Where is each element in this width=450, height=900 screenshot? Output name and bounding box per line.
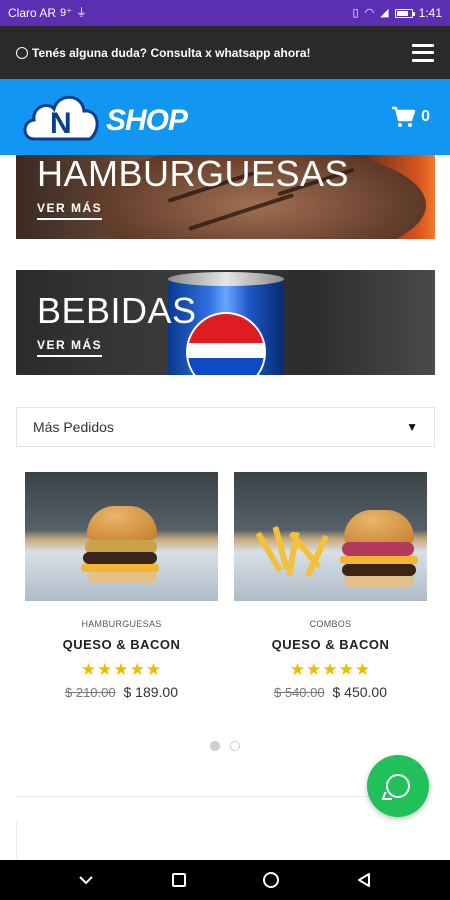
cart-button[interactable]: 0 xyxy=(391,106,430,128)
nav-recents-icon[interactable] xyxy=(159,865,199,895)
site-header: N SHOP 0 xyxy=(0,79,450,155)
cloud-logo-icon: N xyxy=(23,95,99,141)
nav-home-icon[interactable] xyxy=(251,865,291,895)
product-image[interactable] xyxy=(234,472,427,601)
current-price: $ 450.00 xyxy=(332,684,388,700)
battery-icon xyxy=(394,8,415,18)
product-price: $ 210.00 $ 189.00 xyxy=(25,684,218,700)
banner-hamburguesas[interactable]: HAMBURGUESAS VER MÁS xyxy=(16,155,435,239)
app-screen: Claro AR 9⁺ ⏚ ▯ ◠ ◢ 1:41 Tenés alguna du… xyxy=(0,0,450,900)
product-name[interactable]: QUESO & BACON xyxy=(234,637,427,652)
vibrate-icon: ▯ xyxy=(352,6,359,19)
nav-back-icon[interactable] xyxy=(344,865,384,895)
signal-extra-icon: 9⁺ xyxy=(60,6,72,19)
sort-selected-value: Más Pedidos xyxy=(33,419,114,435)
carousel-dot-1[interactable] xyxy=(210,741,220,751)
status-bar: Claro AR 9⁺ ⏚ ▯ ◠ ◢ 1:41 xyxy=(0,0,450,26)
chevron-down-icon: ▼ xyxy=(406,420,418,434)
logo-letter: N xyxy=(50,107,72,140)
star-rating: ★★★★★ xyxy=(80,660,163,679)
old-price: $ 540.00 xyxy=(274,685,325,700)
product-name[interactable]: QUESO & BACON xyxy=(25,637,218,652)
cart-icon xyxy=(392,106,416,127)
logo-wordmark: SHOP xyxy=(106,104,188,137)
cart-count: 0 xyxy=(421,108,430,125)
whatsapp-prompt-text: Tenés alguna duda? Consulta x whatsapp a… xyxy=(32,45,311,60)
usb-icon: ⏚ xyxy=(75,6,87,19)
clock: 1:41 xyxy=(418,6,442,20)
android-nav-bar xyxy=(0,860,450,900)
wifi-icon: ◠ xyxy=(364,6,375,19)
ver-mas-link[interactable]: VER MÁS xyxy=(37,338,103,357)
carrier-label: Claro AR xyxy=(8,6,57,20)
banner-title: BEBIDAS xyxy=(37,290,197,331)
sort-select[interactable]: Más Pedidos ▼ xyxy=(16,407,435,447)
banner-title: HAMBURGUESAS xyxy=(37,155,350,194)
carousel-dot-2[interactable] xyxy=(230,741,240,751)
whatsapp-prompt[interactable]: Tenés alguna duda? Consulta x whatsapp a… xyxy=(16,46,310,60)
whatsapp-icon xyxy=(386,774,410,798)
nshop-logo[interactable]: N SHOP xyxy=(20,89,188,145)
carousel-dots xyxy=(0,741,450,751)
ver-mas-link[interactable]: VER MÁS xyxy=(37,201,103,220)
product-category: HAMBURGUESAS xyxy=(81,619,162,629)
cell-signal-icon: ◢ xyxy=(380,6,389,19)
whatsapp-icon xyxy=(16,46,28,59)
hamburger-menu-icon[interactable] xyxy=(412,43,434,62)
star-rating: ★★★★★ xyxy=(289,660,372,679)
section-divider xyxy=(16,796,370,797)
product-price: $ 540.00 $ 450.00 xyxy=(234,684,427,700)
nav-down-icon[interactable] xyxy=(66,865,106,895)
product-category: COMBOS xyxy=(309,619,352,629)
current-price: $ 189.00 xyxy=(123,684,179,700)
product-image[interactable] xyxy=(25,472,218,601)
product-card[interactable]: COMBOS QUESO & BACON ★★★★★ $ 540.00 $ 45… xyxy=(234,472,427,700)
content-edge xyxy=(16,820,17,860)
banner-bebidas[interactable]: BEBIDAS VER MÁS xyxy=(16,270,435,375)
info-bar: Tenés alguna duda? Consulta x whatsapp a… xyxy=(0,26,450,79)
product-card[interactable]: HAMBURGUESAS QUESO & BACON ★★★★★ $ 210.0… xyxy=(25,472,218,700)
whatsapp-float-button[interactable] xyxy=(367,755,429,817)
old-price: $ 210.00 xyxy=(65,685,116,700)
